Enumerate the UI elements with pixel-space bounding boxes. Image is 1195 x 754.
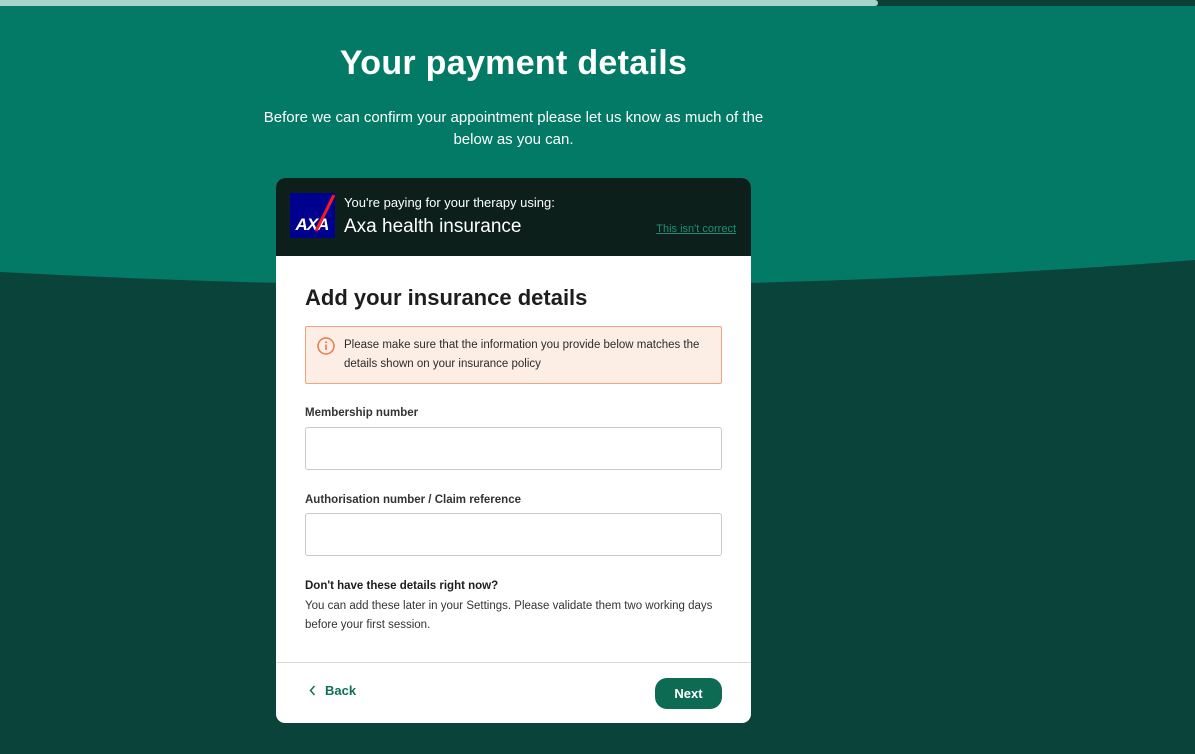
authorisation-number-input[interactable]: [305, 513, 722, 556]
back-button[interactable]: Back: [309, 683, 356, 698]
insurance-card: AXA You're paying for your therapy using…: [276, 178, 751, 723]
form-title: Add your insurance details: [305, 285, 588, 310]
next-button[interactable]: Next: [655, 678, 722, 709]
axa-logo: AXA: [290, 193, 336, 238]
footer-divider: [276, 662, 751, 663]
progress-bar-fill: [0, 0, 879, 6]
info-icon: [317, 337, 335, 355]
chevron-left-icon: [309, 685, 316, 696]
info-alert: Please make sure that the information yo…: [305, 326, 722, 384]
authorisation-number-label: Authorisation number / Claim reference: [305, 494, 521, 506]
help-text: You can add these later in your Settings…: [305, 600, 713, 631]
page-subtitle: Before we can confirm your appointment p…: [263, 109, 764, 148]
page-title: Your payment details: [339, 44, 688, 82]
alert-message: Please make sure that the information yo…: [344, 339, 700, 370]
payer-caption: You're paying for your therapy using:: [344, 195, 555, 210]
back-label: Back: [325, 683, 357, 698]
help-title: Don't have these details right now?: [305, 580, 499, 592]
membership-number-label: Membership number: [305, 407, 419, 419]
payment-method-banner: AXA You're paying for your therapy using…: [276, 178, 751, 256]
insurance-provider-name: Axa health insurance: [344, 216, 522, 237]
membership-number-input[interactable]: [305, 427, 722, 470]
progress-bar: [0, 0, 1195, 6]
this-isnt-correct-link[interactable]: This isn't correct: [656, 223, 736, 235]
